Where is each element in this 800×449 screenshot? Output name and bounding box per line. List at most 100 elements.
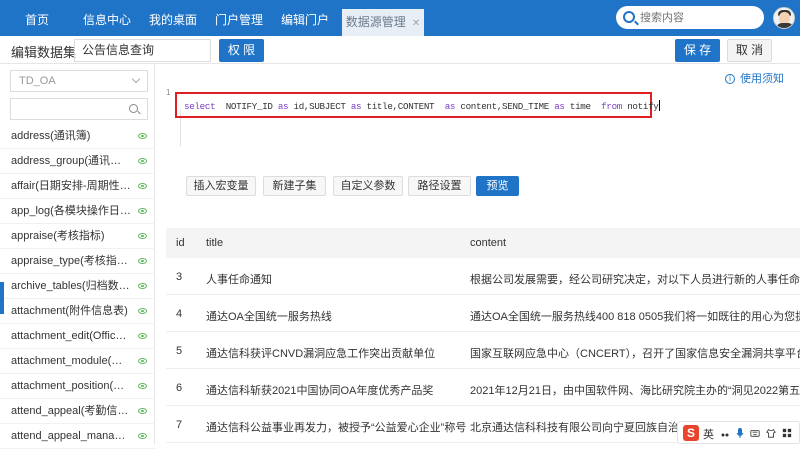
eye-icon[interactable] (138, 358, 147, 364)
new-subset-button[interactable]: 新建子集 (263, 176, 326, 196)
eye-icon[interactable] (138, 233, 147, 239)
eye-icon[interactable] (138, 183, 147, 189)
table-list-item-label: attachment_position(自定义附件) (11, 380, 131, 392)
usage-notes-link[interactable]: i 使用须知 (725, 70, 784, 86)
database-select-value: TD_OA (19, 75, 56, 87)
table-list-item-label: app_log(各模块操作日志表) (11, 205, 131, 217)
global-search[interactable] (616, 6, 764, 29)
insert-macro-button[interactable]: 插入宏变量 (186, 176, 256, 196)
table-row[interactable]: 5 通达信科获评CNVD漏洞应急工作突出贡献单位 国家互联网应急中心（CNCERT）… (166, 332, 800, 369)
preview-button[interactable]: 预览 (476, 176, 519, 196)
cancel-button[interactable]: 取 消 (727, 39, 772, 62)
table-list-item[interactable]: attend_appeal(考勤信息申诉) (0, 399, 155, 424)
table-row[interactable]: 3 人事任命通知 根据公司发展需要，经公司研究决定，对以下人员进行新的人事任命。具体 (166, 258, 800, 295)
eye-icon[interactable] (138, 408, 147, 414)
table-list-item-label: appraise_type(考核指标类型) (11, 255, 131, 267)
tab-label: 我的桌面 (148, 13, 197, 27)
database-select[interactable]: TD_OA (10, 70, 148, 92)
sidebar-collapse-handle[interactable] (0, 282, 4, 314)
sogou-logo-icon: S (683, 425, 699, 441)
tab-portal-management[interactable]: 门户管理 (206, 0, 272, 36)
ime-toolbar[interactable]: S 英 (677, 421, 800, 444)
tab-info-center[interactable]: 信息中心 (74, 0, 140, 36)
main-panel: i 使用须知 1 select NOTIFY_ID as id,SUBJECT a… (156, 64, 800, 444)
table-list-item[interactable]: app_log(各模块操作日志表) (0, 199, 155, 224)
info-icon: i (725, 74, 735, 84)
table-list-item[interactable]: attachment_module(附件模块) (0, 349, 155, 374)
table-list-item[interactable]: appraise_type(考核指标类型) (0, 249, 155, 274)
table-list-item[interactable]: attachment_position(自定义附件) (0, 374, 155, 399)
cell-title: 人事任命通知 (206, 274, 272, 286)
eye-icon[interactable] (138, 308, 147, 314)
cell-id: 4 (176, 308, 183, 320)
sql-token: notify (622, 101, 659, 112)
sql-keyword: as (554, 101, 565, 112)
table-list-item[interactable]: attend_appeal_manager(申诉管理) (0, 424, 155, 449)
tab-label: 编辑门户 (280, 13, 329, 27)
eye-icon[interactable] (138, 158, 147, 164)
column-header-content: content (470, 237, 507, 249)
table-list-item[interactable]: affair(日期安排-周期性事务表) (0, 174, 155, 199)
sql-editor[interactable]: 1 select NOTIFY_ID as id,SUBJECT as titl… (166, 78, 660, 168)
tab-label: 首页 (24, 13, 49, 27)
table-search-input[interactable] (10, 98, 148, 120)
dataset-toolbar: 编辑数据集 公告信息查询 权 限 保 存 取 消 (0, 36, 800, 64)
eye-icon[interactable] (138, 258, 147, 264)
microphone-icon[interactable] (735, 427, 745, 439)
tab-label: 门户管理 (214, 13, 263, 27)
shirt-icon[interactable] (766, 427, 776, 439)
sql-text[interactable]: select NOTIFY_ID as id,SUBJECT as title,… (184, 100, 660, 112)
save-button[interactable]: 保 存 (675, 39, 720, 62)
eye-icon[interactable] (138, 283, 147, 289)
sql-keyword: select (184, 101, 216, 112)
table-row[interactable]: 6 通达信科斩获2021中国协同OA年度优秀产品奖 2021年12月21日，由中国软… (166, 369, 800, 406)
tab-datasource-management[interactable]: 数据源管理 ✕ (342, 9, 424, 36)
tab-home[interactable]: 首页 (0, 0, 74, 36)
ime-language[interactable]: 英 (703, 426, 714, 442)
cell-content: 通达OA全国统一服务热线400 818 0505我们将一如既往的用心为您提供 (470, 311, 800, 323)
tab-my-desktop[interactable]: 我的桌面 (140, 0, 206, 36)
custom-param-button[interactable]: 自定义参数 (333, 176, 403, 196)
page-title: 编辑数据集 (11, 45, 77, 60)
punctuation-icon[interactable] (720, 427, 730, 439)
dataset-name-input[interactable]: 公告信息查询 (74, 39, 211, 62)
keyboard-icon[interactable] (750, 427, 760, 439)
table-list-item-label: attend_appeal(考勤信息申诉) (11, 405, 131, 417)
table-list-item[interactable]: attachment_edit(Office文档编辑) (0, 324, 155, 349)
sql-token: title,CONTENT (361, 101, 445, 112)
table-list-item[interactable]: archive_tables(归档数据表) (0, 274, 155, 299)
table-list-item-label: attend_appeal_manager(申诉管理) (11, 430, 131, 442)
search-icon (623, 11, 635, 23)
sql-keyword: from (601, 101, 622, 112)
path-settings-button[interactable]: 路径设置 (408, 176, 471, 196)
result-table-header: id title content (166, 228, 800, 258)
grid-menu-icon[interactable] (782, 427, 792, 439)
user-avatar[interactable] (773, 7, 795, 29)
tab-label: 信息中心 (82, 13, 131, 27)
table-list-item[interactable]: attachment(附件信息表) (0, 299, 155, 324)
eye-icon[interactable] (138, 383, 147, 389)
chevron-down-icon (131, 74, 141, 84)
table-row[interactable]: 4 通达OA全国统一服务热线 通达OA全国统一服务热线400 818 0505我们将… (166, 295, 800, 332)
permission-button[interactable]: 权 限 (219, 39, 264, 62)
cell-id: 3 (176, 271, 183, 283)
sql-token: NOTIFY_ID (215, 101, 278, 112)
table-list-item-label: attachment(附件信息表) (11, 305, 128, 317)
sql-keyword: as (350, 101, 362, 112)
eye-icon[interactable] (138, 208, 147, 214)
cell-title: 通达信科斩获2021中国协同OA年度优秀产品奖 (206, 385, 434, 397)
sql-highlight-box: select NOTIFY_ID as id,SUBJECT as title,… (175, 92, 660, 118)
eye-icon[interactable] (138, 333, 147, 339)
table-list-item[interactable]: address_group(通讯簿分组) (0, 149, 155, 174)
tab-label: 数据源管理 (345, 15, 406, 29)
search-input[interactable] (640, 9, 758, 26)
close-icon[interactable]: ✕ (412, 18, 420, 29)
eye-icon[interactable] (138, 433, 147, 439)
table-list: address(通讯簿) address_group(通讯簿分组) affair(日… (0, 124, 155, 449)
table-list-item[interactable]: address(通讯簿) (0, 124, 155, 149)
eye-icon[interactable] (138, 133, 147, 139)
sql-token: id,SUBJECT (288, 101, 351, 112)
table-list-item[interactable]: appraise(考核指标) (0, 224, 155, 249)
tab-edit-portal[interactable]: 编辑门户 (272, 0, 338, 36)
sql-keyword: as (444, 101, 456, 112)
